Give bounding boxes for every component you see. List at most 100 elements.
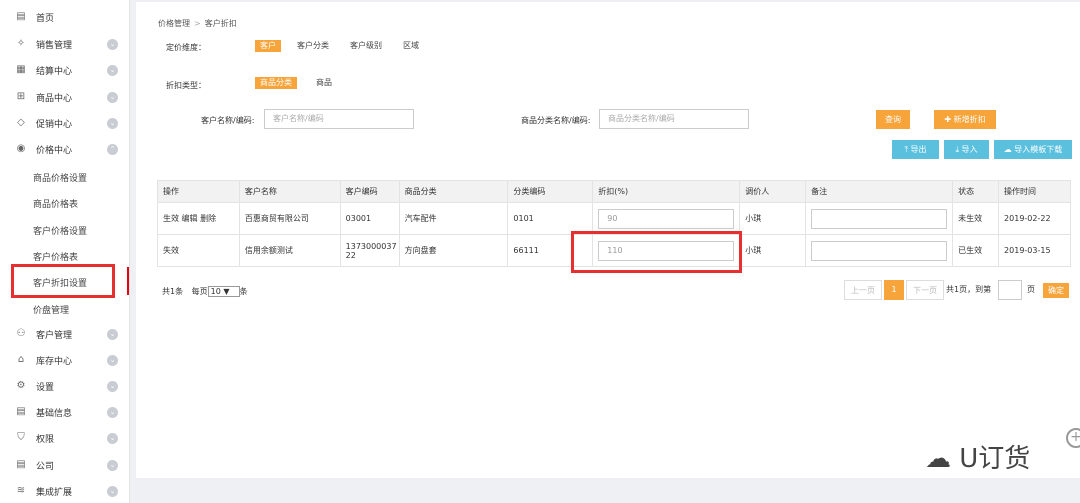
breadcrumb-current: 客户折扣	[204, 19, 237, 28]
sidebar-item-home[interactable]: ▤ 首页	[0, 4, 129, 30]
customer-search-label: 客户名称/编码:	[201, 116, 255, 125]
discount-type-label: 折扣类型：	[166, 81, 206, 90]
page-count-label: 共1页，到第	[946, 285, 992, 294]
info-icon: ▤	[16, 406, 26, 417]
cell-adjuster: 小琪	[739, 234, 807, 267]
export-button[interactable]: ⤒ 导出	[892, 140, 939, 159]
sidebar-item-settings[interactable]: ⚙ 设置 ⌄	[0, 373, 129, 399]
chevron-down-icon: ⌄	[107, 328, 118, 340]
customer-search-input[interactable]: 客户名称/编码	[264, 109, 414, 129]
category-search-input[interactable]: 商品分类名称/编码	[599, 109, 749, 129]
cell-adjuster: 小琪	[739, 202, 807, 235]
cell-status: 已生效	[952, 234, 1000, 267]
col-discount: 折扣(%)	[592, 180, 741, 203]
doc-icon: ▤	[16, 11, 26, 22]
sidebar-item-inventory[interactable]: ⌂ 库存中心 ⌄	[0, 347, 129, 373]
sidebar-item-product[interactable]: ⊞ 商品中心 ⌄	[0, 84, 129, 110]
cell-discount: 90	[592, 202, 741, 235]
chevron-down-icon: ⌄	[107, 459, 118, 471]
pricing-option-region[interactable]: 区域	[398, 40, 424, 52]
sidebar-item-price[interactable]: ◉ 价格中心 ⌃	[0, 136, 129, 162]
col-status: 状态	[952, 180, 1000, 203]
template-download-button[interactable]: ☁ 导入模板下载	[994, 140, 1072, 159]
chevron-down-icon: ⌄	[107, 91, 118, 103]
query-button[interactable]: 查询	[876, 110, 910, 129]
company-icon: ▤	[16, 459, 26, 470]
cell-remark	[805, 202, 954, 235]
discount-input[interactable]: 90	[598, 208, 735, 229]
watermark: ☁ U订货	[925, 444, 1031, 474]
breadcrumb-sep: >	[194, 19, 201, 28]
table-header-row: 操作 客户名称 客户编码 商品分类 分类编码 折扣(%) 调价人 备注 状态 操…	[157, 180, 1071, 203]
page-1-button[interactable]: 1	[884, 280, 904, 300]
pricing-option-customer[interactable]: 客户	[255, 40, 281, 52]
cell-status: 未生效	[952, 202, 1000, 235]
per-page-unit: 条	[239, 287, 248, 296]
sidebar-item-settle[interactable]: ▦ 结算中心 ⌄	[0, 57, 129, 83]
users-icon: ⚇	[16, 328, 26, 339]
sales-icon: ✧	[16, 38, 26, 49]
cell-time: 2019-03-15	[998, 234, 1071, 267]
cell-time: 2019-02-22	[998, 202, 1071, 235]
sidebar-item-basic-info[interactable]: ▤ 基础信息 ⌄	[0, 399, 129, 425]
col-remark: 备注	[805, 180, 954, 203]
col-customer-code: 客户编码	[339, 180, 400, 203]
discount-option-category[interactable]: 商品分类	[255, 77, 297, 89]
warehouse-icon: ⌂	[17, 354, 25, 365]
remark-input[interactable]	[811, 240, 948, 261]
sidebar-item-customer[interactable]: ⚇ 客户管理 ⌄	[0, 321, 129, 347]
chevron-down-icon: ⌄	[107, 485, 118, 497]
row-actions[interactable]: 失效	[157, 234, 240, 267]
cell-customer: 百惠商贸有限公司	[238, 202, 341, 235]
page-unit-label: 页	[1027, 285, 1035, 294]
zoom-plus-icon[interactable]: +	[1066, 428, 1080, 448]
goto-page-input[interactable]	[998, 280, 1022, 300]
grid-icon: ⊞	[16, 91, 26, 102]
per-page-label: 每页	[191, 287, 208, 296]
chevron-down-icon: ⌄	[107, 38, 118, 50]
layers-icon: ≋	[16, 485, 26, 496]
pricing-option-customer-level[interactable]: 客户级别	[345, 40, 387, 52]
sidebar-sub-customer-price-setting[interactable]: 客户价格设置	[0, 216, 129, 242]
col-customer-name: 客户名称	[238, 180, 341, 203]
breadcrumb-root[interactable]: 价格管理	[158, 19, 190, 28]
settle-icon: ▦	[16, 64, 26, 75]
sidebar-item-promo[interactable]: ◇ 促销中心 ⌄	[0, 110, 129, 136]
confirm-page-button[interactable]: 确定	[1043, 283, 1069, 298]
col-actions: 操作	[157, 180, 240, 203]
pricing-option-customer-category[interactable]: 客户分类	[292, 40, 334, 52]
col-adjuster: 调价人	[739, 180, 807, 203]
cell-cat-code: 0101	[507, 202, 594, 235]
sidebar: ▤ 首页 ✧ 销售管理 ⌄ ▦ 结算中心 ⌄ ⊞ 商品中心 ⌄ ◇ 促销中心 ⌄…	[0, 0, 130, 503]
sidebar-sub-product-price-list[interactable]: 商品价格表	[0, 189, 129, 215]
sidebar-item-sales[interactable]: ✧ 销售管理 ⌄	[0, 31, 129, 57]
tag-icon: ◇	[17, 117, 25, 128]
col-category: 商品分类	[398, 180, 509, 203]
row-actions[interactable]: 生效 编辑 删除	[157, 202, 240, 235]
wechat-icon: ☁	[925, 444, 960, 474]
next-page-button[interactable]: 下一页	[906, 280, 944, 300]
sidebar-item-company[interactable]: ▤ 公司 ⌄	[0, 452, 129, 478]
discount-option-product[interactable]: 商品	[311, 77, 337, 89]
active-indicator	[127, 267, 129, 295]
col-time: 操作时间	[998, 180, 1071, 203]
col-category-code: 分类编码	[507, 180, 594, 203]
chevron-up-icon: ⌃	[107, 143, 118, 155]
chevron-down-icon: ⌄	[107, 354, 118, 366]
total-count: 共1条	[162, 287, 184, 296]
remark-input[interactable]	[811, 208, 948, 229]
cell-remark	[805, 234, 954, 267]
pricing-dimension-label: 定价维度：	[166, 43, 206, 52]
per-page-select[interactable]: 10 ▼	[207, 286, 240, 297]
highlight-box-discount	[571, 231, 742, 273]
category-search-label: 商品分类名称/编码:	[521, 116, 591, 125]
sidebar-sub-price-panel[interactable]: 价盘管理	[0, 295, 129, 321]
sidebar-item-permission[interactable]: ⛉ 权限 ⌄	[0, 425, 129, 451]
chevron-down-icon: ⌄	[107, 380, 118, 392]
cell-code: 1373000037 22	[339, 234, 400, 267]
import-button[interactable]: ⤓ 导入	[944, 140, 989, 159]
sidebar-item-integration[interactable]: ≋ 集成扩展 ⌄	[0, 478, 129, 503]
prev-page-button[interactable]: 上一页	[844, 280, 882, 300]
add-discount-button[interactable]: ✚ 新增折扣	[934, 110, 996, 129]
sidebar-sub-product-price-setting[interactable]: 商品价格设置	[0, 163, 129, 189]
